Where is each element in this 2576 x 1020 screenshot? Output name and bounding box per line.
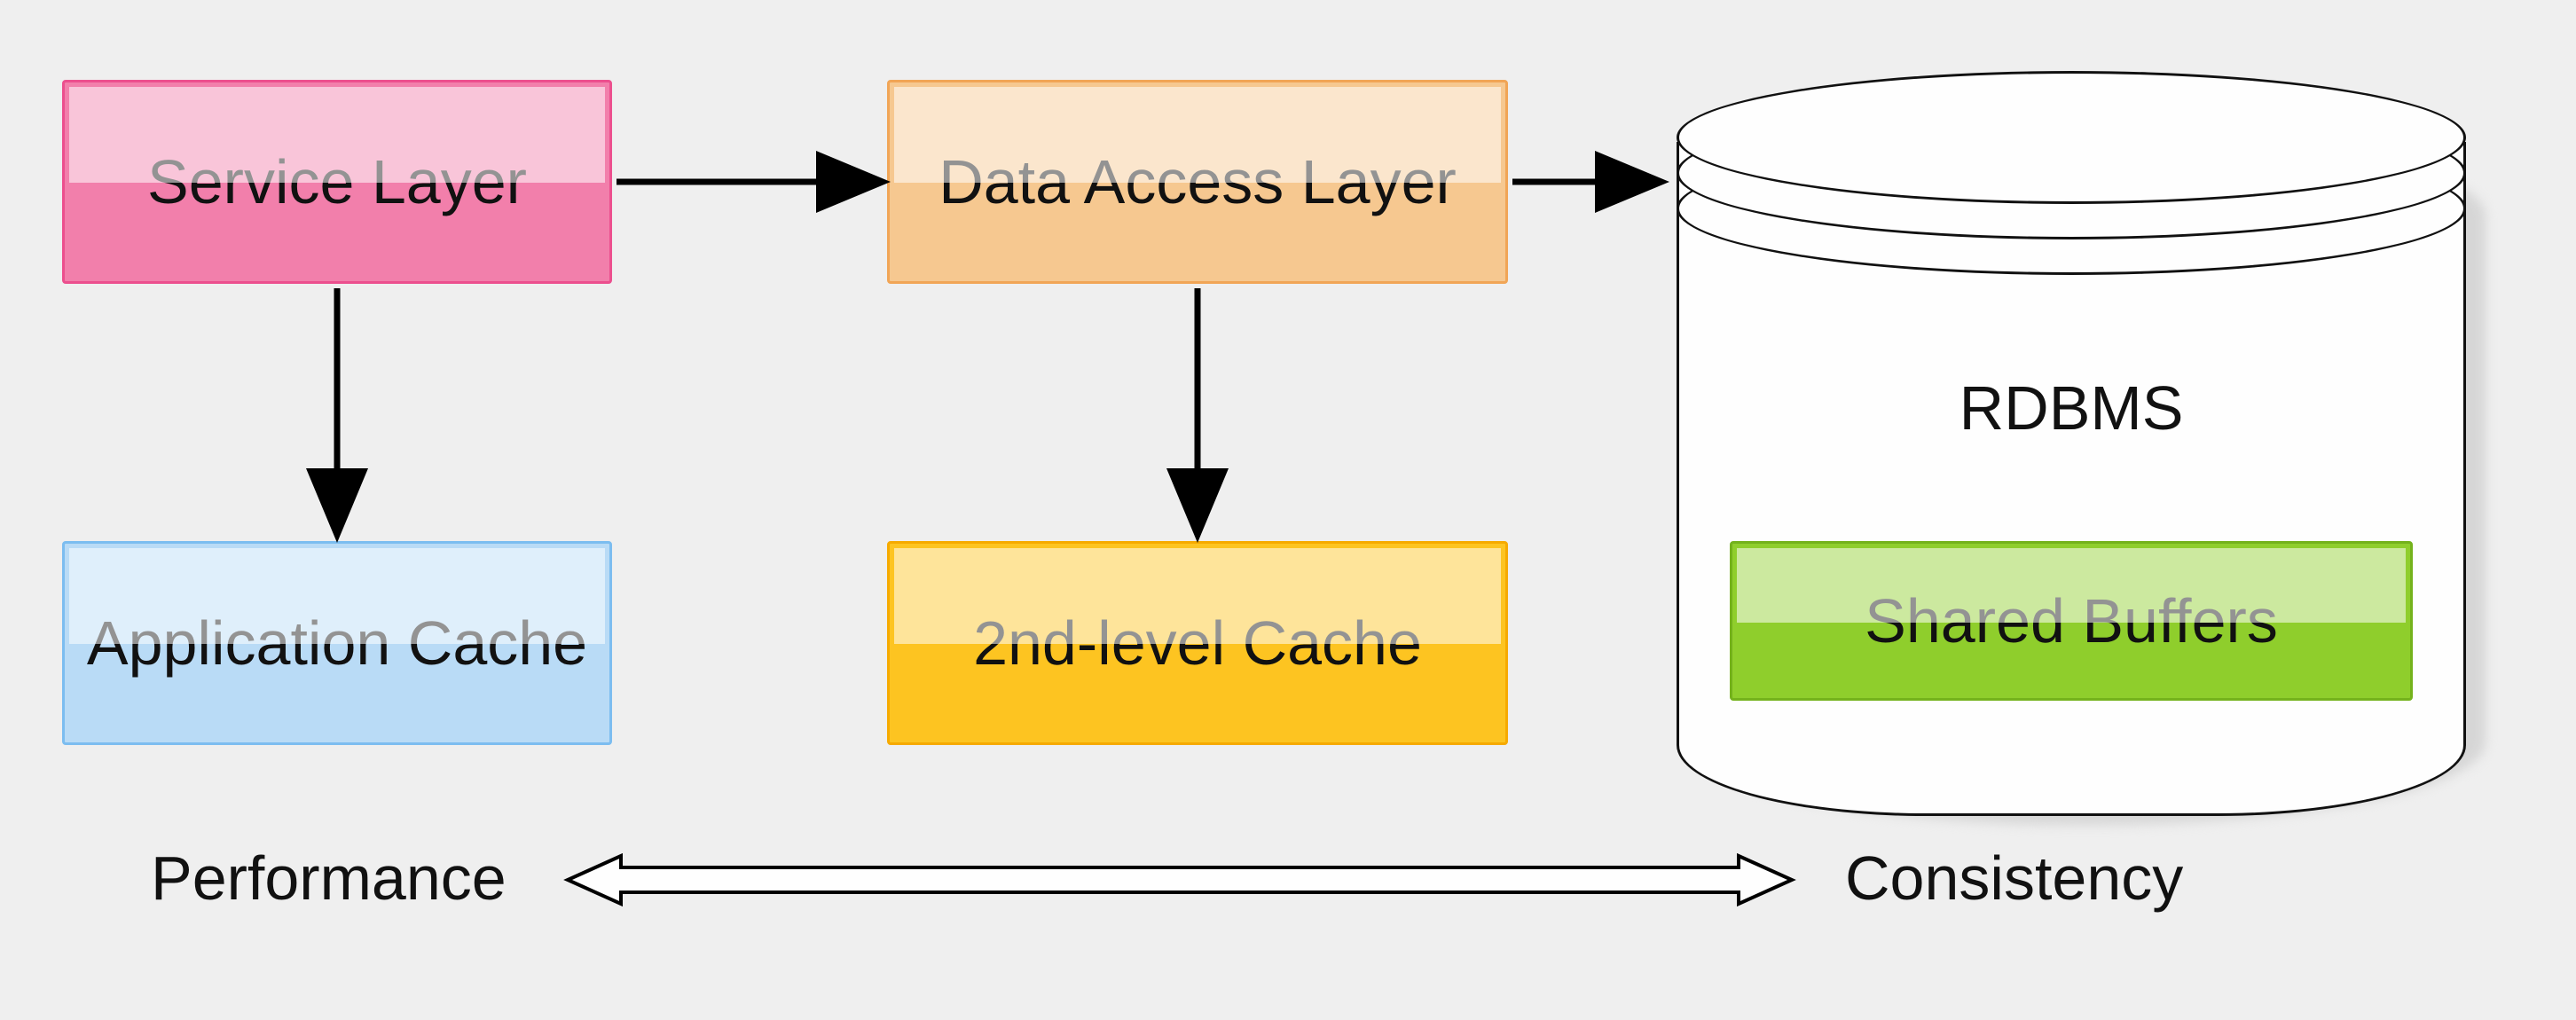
database-cylinder: RDBMS Shared Buffers	[1668, 44, 2484, 816]
node-second-level-cache: 2nd-level Cache	[887, 541, 1508, 745]
axis-double-arrow	[568, 856, 1792, 904]
node-label: 2nd-level Cache	[973, 608, 1422, 679]
node-label: Shared Buffers	[1865, 585, 2278, 656]
node-application-cache: Application Cache	[62, 541, 612, 745]
node-service-layer: Service Layer	[62, 80, 612, 284]
axis-left-label: Performance	[151, 843, 507, 914]
node-label: Service Layer	[147, 146, 527, 217]
node-data-access-layer: Data Access Layer	[887, 80, 1508, 284]
node-shared-buffers: Shared Buffers	[1730, 541, 2413, 701]
node-label: Application Cache	[87, 608, 587, 679]
diagram-canvas: Service Layer Data Access Layer Applicat…	[0, 0, 2576, 1020]
rdbms-label: RDBMS	[1668, 373, 2475, 443]
axis-right-label: Consistency	[1845, 843, 2183, 914]
node-label: Data Access Layer	[939, 146, 1457, 217]
